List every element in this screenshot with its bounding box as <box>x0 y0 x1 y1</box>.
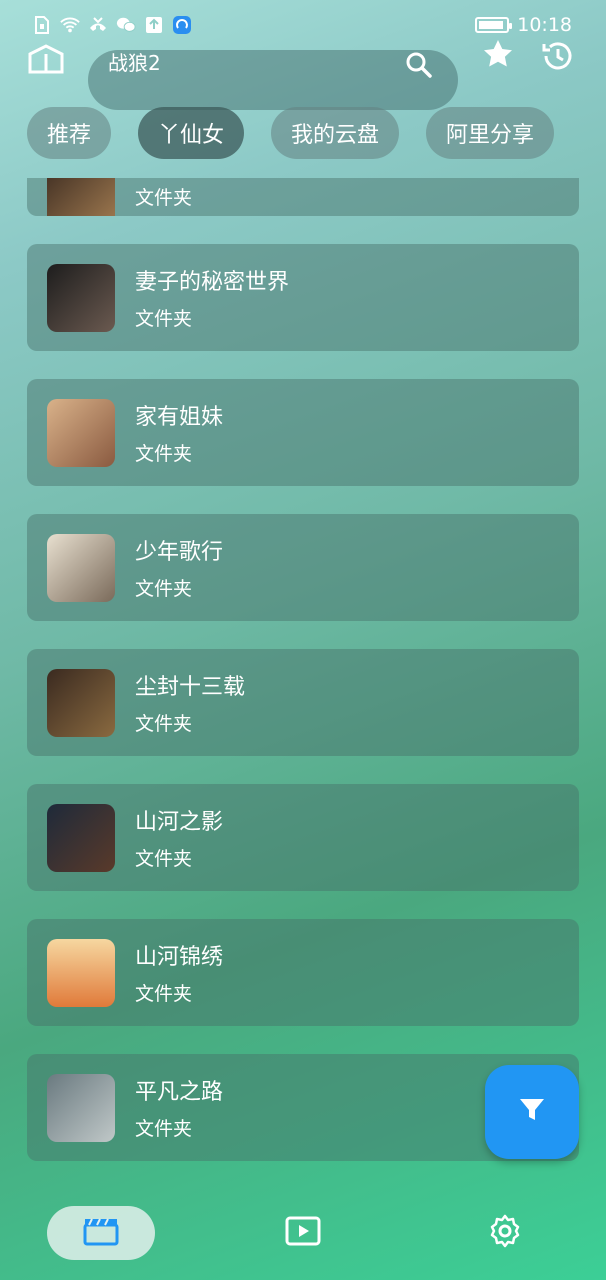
search-box[interactable] <box>88 49 458 110</box>
folder-thumbnail <box>47 938 115 1007</box>
list-item[interactable]: 少年歌行 文件夹 <box>27 514 579 621</box>
folder-thumbnail <box>47 803 115 872</box>
clapperboard-icon <box>83 1216 119 1250</box>
list-item-title: 山河之影 <box>135 810 224 835</box>
top-bar <box>0 30 606 110</box>
star-icon[interactable] <box>482 38 514 70</box>
list-item-title: 平凡之路 <box>135 1080 224 1105</box>
gear-icon <box>487 1213 523 1253</box>
bottom-nav <box>0 1200 606 1280</box>
folder-thumbnail <box>47 533 115 602</box>
list-item-title: 尘封十三载 <box>135 675 246 700</box>
list-item-title: 山河锦绣 <box>135 945 224 970</box>
folder-thumbnail <box>47 178 115 216</box>
list-item-subtitle: 文件夹 <box>135 186 193 209</box>
list-item-subtitle: 文件夹 <box>135 308 193 330</box>
history-icon[interactable] <box>540 38 576 74</box>
list-item-subtitle: 文件夹 <box>135 848 193 870</box>
folder-thumbnail <box>47 1073 115 1142</box>
list-item-subtitle: 文件夹 <box>135 443 193 465</box>
list-item-subtitle: 文件夹 <box>135 983 193 1005</box>
tab-fairy[interactable]: 丫仙女 <box>138 107 245 159</box>
list-item[interactable]: 尘封十三载 文件夹 <box>27 649 579 756</box>
tab-ali-share[interactable]: 阿里分享 <box>426 107 555 159</box>
list-item[interactable]: 山河之影 文件夹 <box>27 784 579 891</box>
nav-player[interactable] <box>270 1206 336 1260</box>
list-item[interactable]: 家有姐妹 文件夹 <box>27 379 579 486</box>
search-icon[interactable] <box>404 50 434 80</box>
list-item-title: 妻子的秘密世界 <box>135 270 290 295</box>
list-item[interactable]: 妻子的秘密世界 文件夹 <box>27 244 579 351</box>
nav-movies[interactable] <box>47 1206 155 1260</box>
nav-settings[interactable] <box>472 1206 538 1260</box>
list-item-subtitle: 文件夹 <box>135 1118 193 1140</box>
filter-icon <box>517 1095 547 1129</box>
play-icon <box>285 1216 321 1250</box>
filter-button[interactable] <box>485 1065 579 1159</box>
list-item-subtitle: 文件夹 <box>135 578 193 600</box>
category-tabs: 推荐 丫仙女 我的云盘 阿里分享 <box>27 107 555 159</box>
list-item[interactable]: 山河锦绣 文件夹 <box>27 919 579 1026</box>
home-icon[interactable] <box>26 40 66 80</box>
tab-recommend[interactable]: 推荐 <box>27 107 112 159</box>
list-item-title: 少年歌行 <box>135 540 224 565</box>
folder-thumbnail <box>47 668 115 737</box>
tab-my-cloud[interactable]: 我的云盘 <box>271 107 400 159</box>
folder-thumbnail <box>47 398 115 467</box>
folder-thumbnail <box>47 263 115 332</box>
list-item-title: 家有姐妹 <box>135 405 224 430</box>
list-item-subtitle: 文件夹 <box>135 713 193 735</box>
search-input[interactable] <box>108 49 438 73</box>
